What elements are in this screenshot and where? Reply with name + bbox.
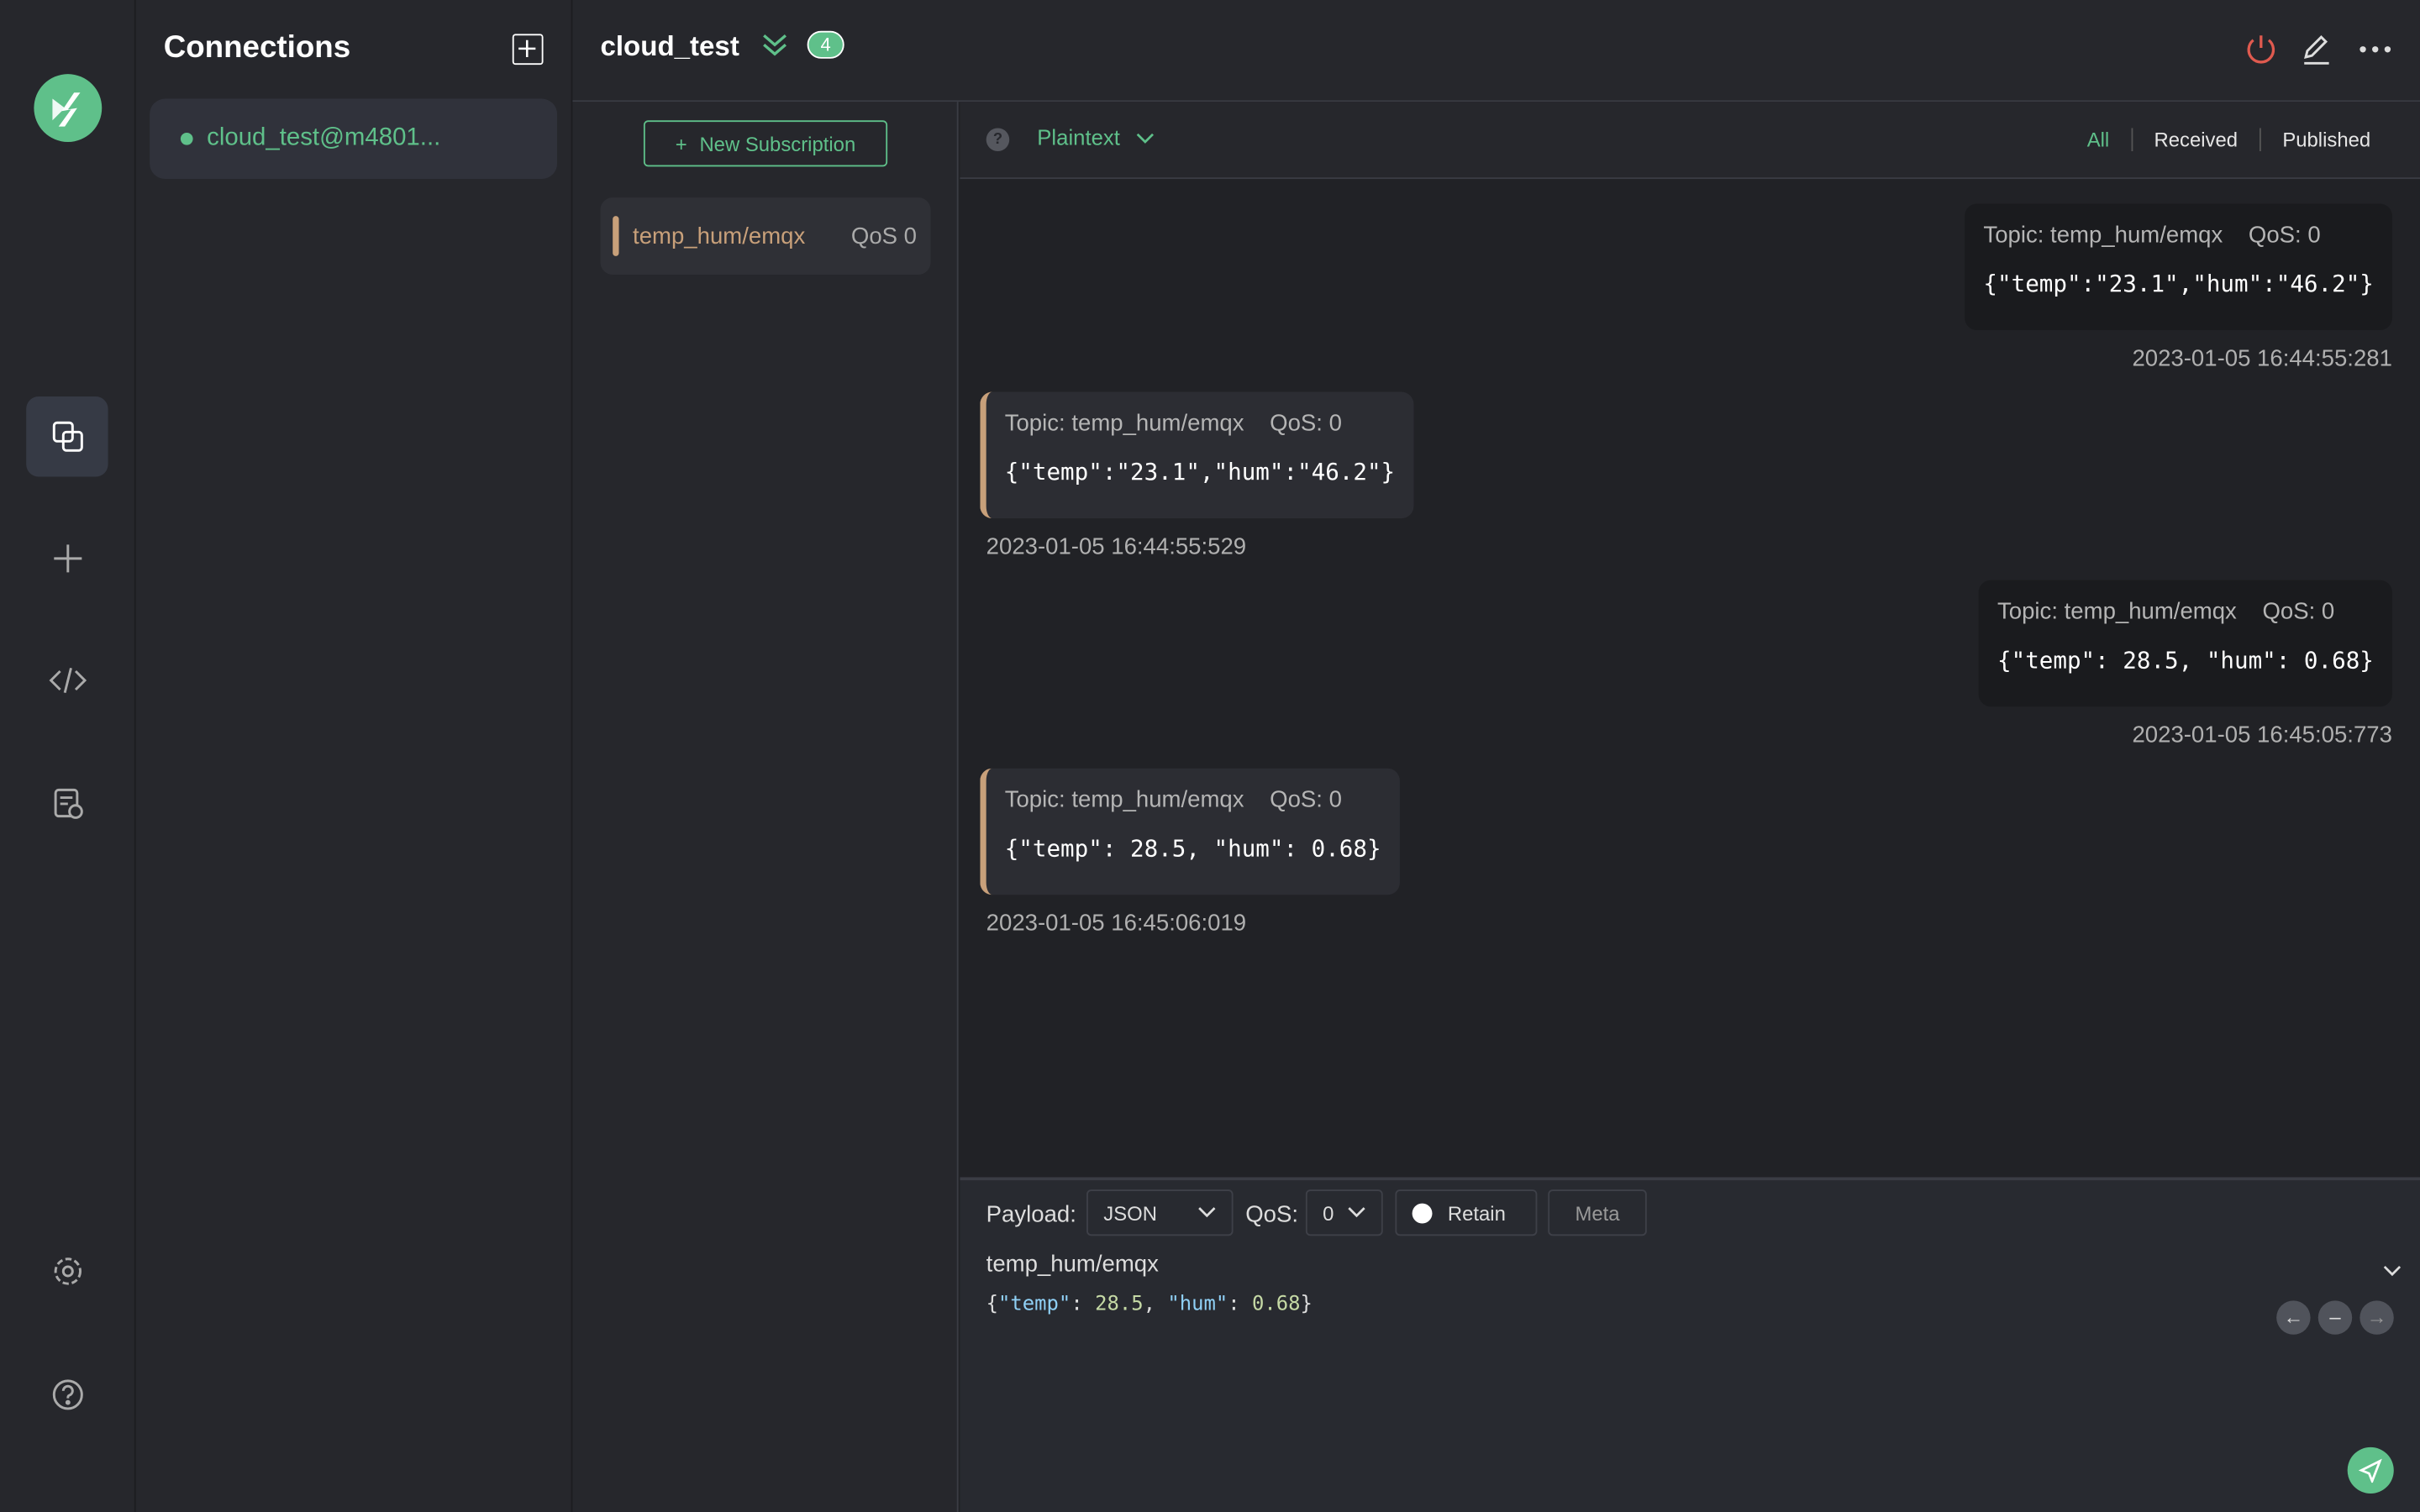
script-icon[interactable] — [26, 640, 108, 721]
message-topic: Topic: temp_hum/emqx QoS: 0 — [1983, 222, 2321, 249]
connection-header: cloud_test 4 — [572, 0, 2420, 102]
payload-format-select[interactable]: JSON — [1086, 1189, 1234, 1236]
publish-panel: Payload: JSON QoS: 0 Retain Meta temp_hu… — [960, 1177, 2420, 1512]
retain-toggle[interactable]: Retain — [1395, 1189, 1538, 1236]
left-rail — [0, 0, 136, 1512]
more-icon[interactable] — [2359, 33, 2392, 75]
new-subscription-label: New Subscription — [699, 132, 856, 155]
message-payload: {"temp": 28.5, "hum": 0.68} — [1997, 646, 2374, 675]
qos-label: QoS: — [1245, 1201, 1299, 1229]
payload-token: 28.5 — [1095, 1293, 1144, 1316]
received-message: Topic: temp_hum/emqx QoS: 0 {"temp": 28.5… — [980, 768, 1400, 895]
meta-label: Meta — [1575, 1200, 1620, 1225]
tab-received[interactable]: Received — [2130, 128, 2260, 151]
log-icon[interactable] — [26, 764, 108, 844]
topic-input[interactable]: temp_hum/emqx — [986, 1252, 1159, 1278]
add-connection-button[interactable] — [512, 34, 544, 66]
message-count-badge: 4 — [807, 30, 844, 59]
qos-select[interactable]: 0 — [1305, 1189, 1383, 1236]
retain-label: Retain — [1447, 1200, 1506, 1225]
connection-title: cloud_test — [600, 30, 739, 62]
subscriptions-panel: + New Subscription temp_hum/emqx QoS 0 — [572, 102, 959, 1512]
help-icon[interactable]: ? — [986, 128, 1010, 151]
payload-token: : — [1228, 1293, 1252, 1316]
subscription-item[interactable]: temp_hum/emqx QoS 0 — [600, 197, 931, 275]
app-window: Connections cloud_test@m4801... cloud_te… — [0, 0, 2420, 1512]
next-arrow-icon[interactable]: → — [2360, 1300, 2394, 1335]
message-timestamp: 2023-01-05 16:45:06:019 — [986, 910, 1247, 937]
tab-all[interactable]: All — [2065, 128, 2131, 151]
connection-item[interactable]: cloud_test@m4801... — [150, 98, 558, 180]
message-payload: {"temp":"23.1","hum":"46.2"} — [1983, 270, 2374, 298]
payload-format-value: JSON — [1103, 1200, 1157, 1225]
qos-value: 0 — [1323, 1200, 1334, 1225]
messages-panel: ? Plaintext All Received Published Topic… — [960, 102, 2420, 1178]
edit-icon[interactable] — [2300, 33, 2333, 75]
collapse-chevron-icon[interactable] — [761, 31, 789, 66]
help-icon[interactable] — [26, 1355, 108, 1436]
format-value: Plaintext — [1037, 124, 1120, 150]
published-message: Topic: temp_hum/emqx QoS: 0 {"temp": 28.5… — [1978, 580, 2392, 707]
connection-label: cloud_test@m4801... — [207, 124, 441, 151]
settings-icon[interactable] — [26, 1231, 108, 1312]
previous-arrow-icon[interactable]: ← — [2276, 1300, 2311, 1335]
connections-title: Connections — [163, 30, 351, 66]
plus-icon: + — [675, 132, 687, 155]
payload-token: : — [1071, 1293, 1096, 1316]
message-payload: {"temp": 28.5, "hum": 0.68} — [1004, 834, 1381, 863]
topic-history-chevron-icon[interactable] — [2383, 1257, 2402, 1285]
message-timestamp: 2023-01-05 16:44:55:529 — [986, 533, 1247, 560]
message-filter-bar: ? Plaintext All Received Published — [960, 102, 2420, 180]
payload-token: "hum" — [1167, 1293, 1228, 1316]
format-select[interactable]: Plaintext — [1037, 125, 1154, 150]
meta-button[interactable]: Meta — [1548, 1189, 1647, 1236]
subscription-qos: QoS 0 — [850, 223, 918, 249]
disconnect-icon[interactable] — [2244, 33, 2278, 75]
message-topic: Topic: temp_hum/emqx QoS: 0 — [1997, 598, 2335, 625]
message-payload: {"temp":"23.1","hum":"46.2"} — [1004, 458, 1396, 486]
status-dot — [180, 132, 193, 145]
payload-token: "temp" — [998, 1293, 1071, 1316]
message-topic: Topic: temp_hum/emqx QoS: 0 — [1004, 410, 1342, 437]
mqttx-logo — [34, 74, 103, 142]
message-timestamp: 2023-01-05 16:45:05:773 — [2132, 722, 2392, 748]
payload-token: , — [1143, 1293, 1168, 1316]
topic-color-bar — [613, 216, 619, 256]
tab-published[interactable]: Published — [2259, 128, 2392, 151]
payload-editor[interactable]: {"temp": 28.5, "hum": 0.68} — [986, 1293, 1313, 1316]
connections-panel: Connections cloud_test@m4801... — [135, 0, 573, 1512]
received-message: Topic: temp_hum/emqx QoS: 0 {"temp":"23.1… — [980, 391, 1414, 519]
clear-icon[interactable]: – — [2317, 1300, 2353, 1335]
payload-label: Payload: — [986, 1201, 1076, 1229]
payload-token: } — [1300, 1293, 1313, 1316]
connections-icon[interactable] — [26, 396, 108, 477]
new-connection-icon[interactable] — [26, 518, 108, 599]
new-subscription-button[interactable]: + New Subscription — [643, 120, 888, 167]
published-message: Topic: temp_hum/emqx QoS: 0 {"temp":"23.1… — [1965, 203, 2392, 331]
retain-radio — [1412, 1202, 1433, 1223]
payload-token: { — [986, 1293, 999, 1316]
message-topic: Topic: temp_hum/emqx QoS: 0 — [1004, 786, 1342, 813]
subscription-topic: temp_hum/emqx — [633, 223, 806, 249]
send-button[interactable] — [2347, 1446, 2394, 1494]
payload-token: 0.68 — [1251, 1293, 1301, 1316]
message-timestamp: 2023-01-05 16:44:55:281 — [2132, 345, 2392, 372]
